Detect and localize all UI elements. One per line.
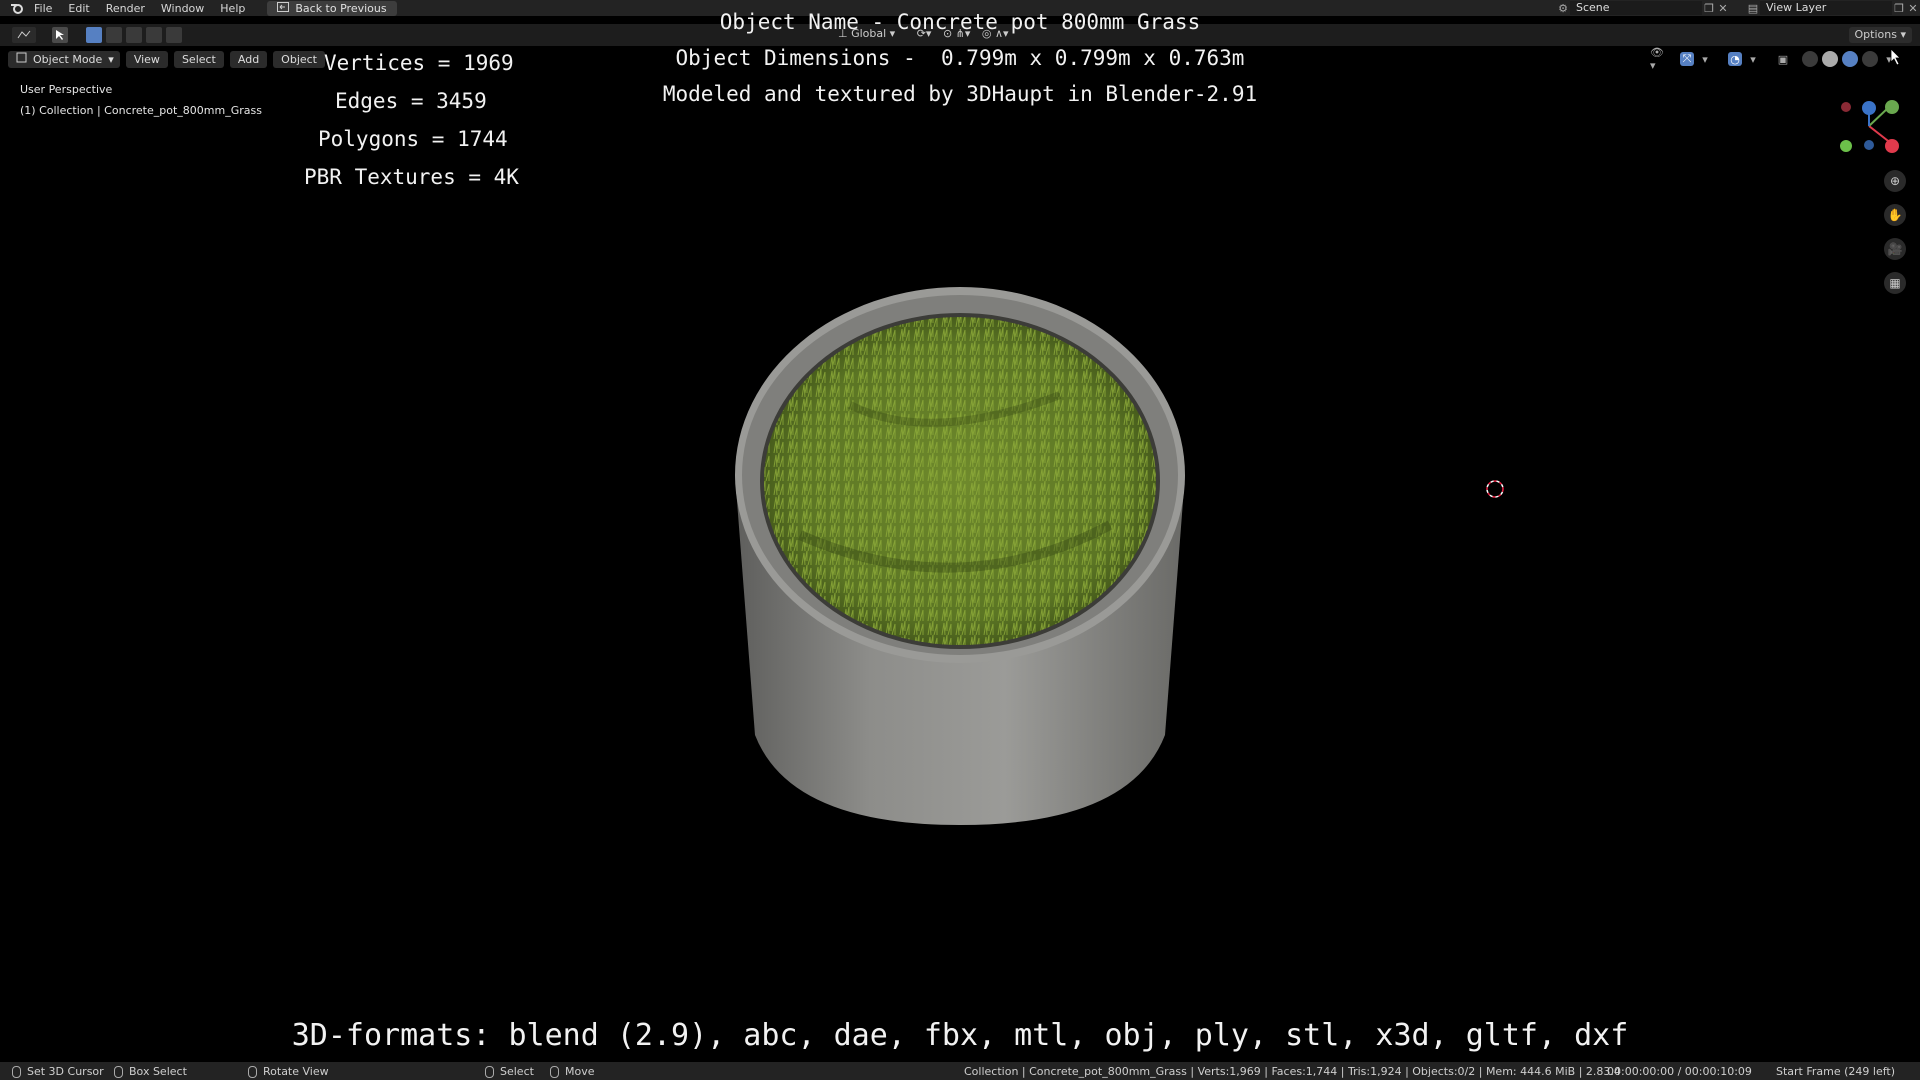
status-select: Select <box>485 1065 534 1078</box>
move-label: Move <box>565 1065 595 1078</box>
rotate-view-label: Rotate View <box>263 1065 329 1078</box>
object-name: Object Name - Concrete pot 800mm Grass <box>719 10 1201 34</box>
navigation-gizmo[interactable] <box>1836 94 1916 164</box>
box-select-label: Box Select <box>129 1065 187 1078</box>
polygons-count: Polygons = 1744 <box>318 127 508 151</box>
frame-info: Start Frame (249 left) <box>1776 1065 1896 1078</box>
mouse-middle-icon <box>248 1065 257 1078</box>
status-set-3d-cursor: Set 3D Cursor <box>12 1065 104 1078</box>
status-bar: Set 3D Cursor Box Select Rotate View Sel… <box>0 1062 1920 1080</box>
status-box-select: Box Select <box>114 1065 187 1078</box>
pan-hand-icon[interactable]: ✋ <box>1884 204 1906 226</box>
mouse-drag-icon <box>114 1065 123 1078</box>
camera-view-icon[interactable]: 🎥 <box>1884 238 1906 260</box>
3d-cursor-icon[interactable] <box>1485 479 1505 499</box>
scene-statistics: Collection | Concrete_pot_800mm_Grass | … <box>964 1065 1621 1078</box>
formats-banner: 3D-formats: blend (2.9), abc, dae, fbx, … <box>291 1018 1629 1053</box>
mouse-left-icon <box>12 1065 21 1078</box>
mouse-right-icon <box>485 1065 494 1078</box>
zoom-icon[interactable]: ⊕ <box>1884 170 1906 192</box>
status-move: Move <box>550 1065 595 1078</box>
mouse-pointer-icon <box>1890 48 1901 66</box>
object-dimensions: Object Dimensions - 0.799m x 0.799m x 0.… <box>675 46 1245 70</box>
navigation-icons: ⊕ ✋ 🎥 ▦ <box>1884 170 1906 294</box>
select-label: Select <box>500 1065 534 1078</box>
mouse-drag-right-icon <box>550 1065 559 1078</box>
set-3d-cursor-label: Set 3D Cursor <box>27 1065 104 1078</box>
status-rotate-view: Rotate View <box>248 1065 329 1078</box>
perspective-toggle-icon[interactable]: ▦ <box>1884 272 1906 294</box>
textures-info: PBR Textures = 4K <box>304 165 519 189</box>
playback-time: 00:00:00:00 / 00:00:10:09 <box>1607 1065 1752 1078</box>
credit-text: Modeled and textured by 3DHaupt in Blend… <box>662 82 1258 106</box>
concrete-pot-model <box>735 287 1185 825</box>
